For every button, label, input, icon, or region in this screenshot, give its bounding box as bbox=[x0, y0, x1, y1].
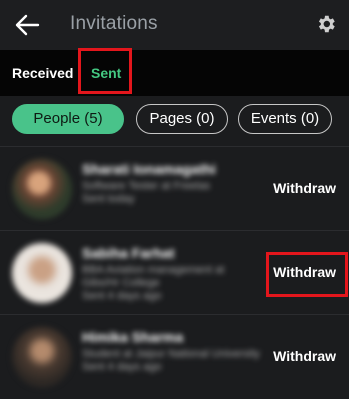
withdraw-highlight bbox=[266, 252, 348, 297]
avatar[interactable] bbox=[12, 243, 72, 303]
filter-events-pill[interactable]: Events (0) bbox=[238, 104, 332, 134]
invitation-tabs: Received Sent bbox=[0, 50, 349, 96]
arrow-left-icon[interactable] bbox=[14, 13, 40, 37]
invitation-row: Sharati Ionamagathi Software Tester at F… bbox=[0, 146, 349, 230]
invitee-name: Himika Sharma bbox=[82, 329, 184, 345]
invitation-time: Sent 4 days ago bbox=[82, 361, 162, 373]
invitee-name: Sabiha Farhat bbox=[82, 245, 175, 261]
invitee-headline: Software Tester at Freelas bbox=[82, 180, 211, 192]
filter-pills: People (5) Pages (0) Events (0) bbox=[0, 96, 349, 148]
filter-pages-pill[interactable]: Pages (0) bbox=[136, 104, 228, 134]
invitee-name: Sharati Ionamagathi bbox=[82, 161, 216, 177]
filter-people-pill[interactable]: People (5) bbox=[12, 104, 124, 134]
invitee-headline: Student at Jaipur National University bbox=[82, 348, 260, 360]
invitee-headline: BBA Aviation management at Gibs/Hr Colle… bbox=[82, 264, 225, 289]
avatar[interactable] bbox=[12, 159, 72, 219]
tab-received[interactable]: Received bbox=[12, 65, 73, 81]
withdraw-button[interactable]: Withdraw bbox=[273, 180, 336, 196]
invitation-info: Sabiha Farhat BBA Aviation management at… bbox=[82, 245, 262, 303]
invitation-time: Sent 4 days ago bbox=[82, 290, 162, 302]
withdraw-button[interactable]: Withdraw bbox=[273, 348, 336, 364]
invitation-info: Sharati Ionamagathi Software Tester at F… bbox=[82, 161, 262, 206]
app-header: Invitations bbox=[0, 0, 349, 50]
sent-tab-highlight bbox=[78, 48, 132, 94]
page-title: Invitations bbox=[70, 13, 158, 34]
invitation-info: Himika Sharma Student at Jaipur National… bbox=[82, 329, 262, 374]
invitation-time: Sent today bbox=[82, 193, 135, 205]
gear-icon[interactable] bbox=[315, 13, 337, 35]
invitation-row: Himika Sharma Student at Jaipur National… bbox=[0, 314, 349, 398]
avatar[interactable] bbox=[12, 327, 72, 387]
